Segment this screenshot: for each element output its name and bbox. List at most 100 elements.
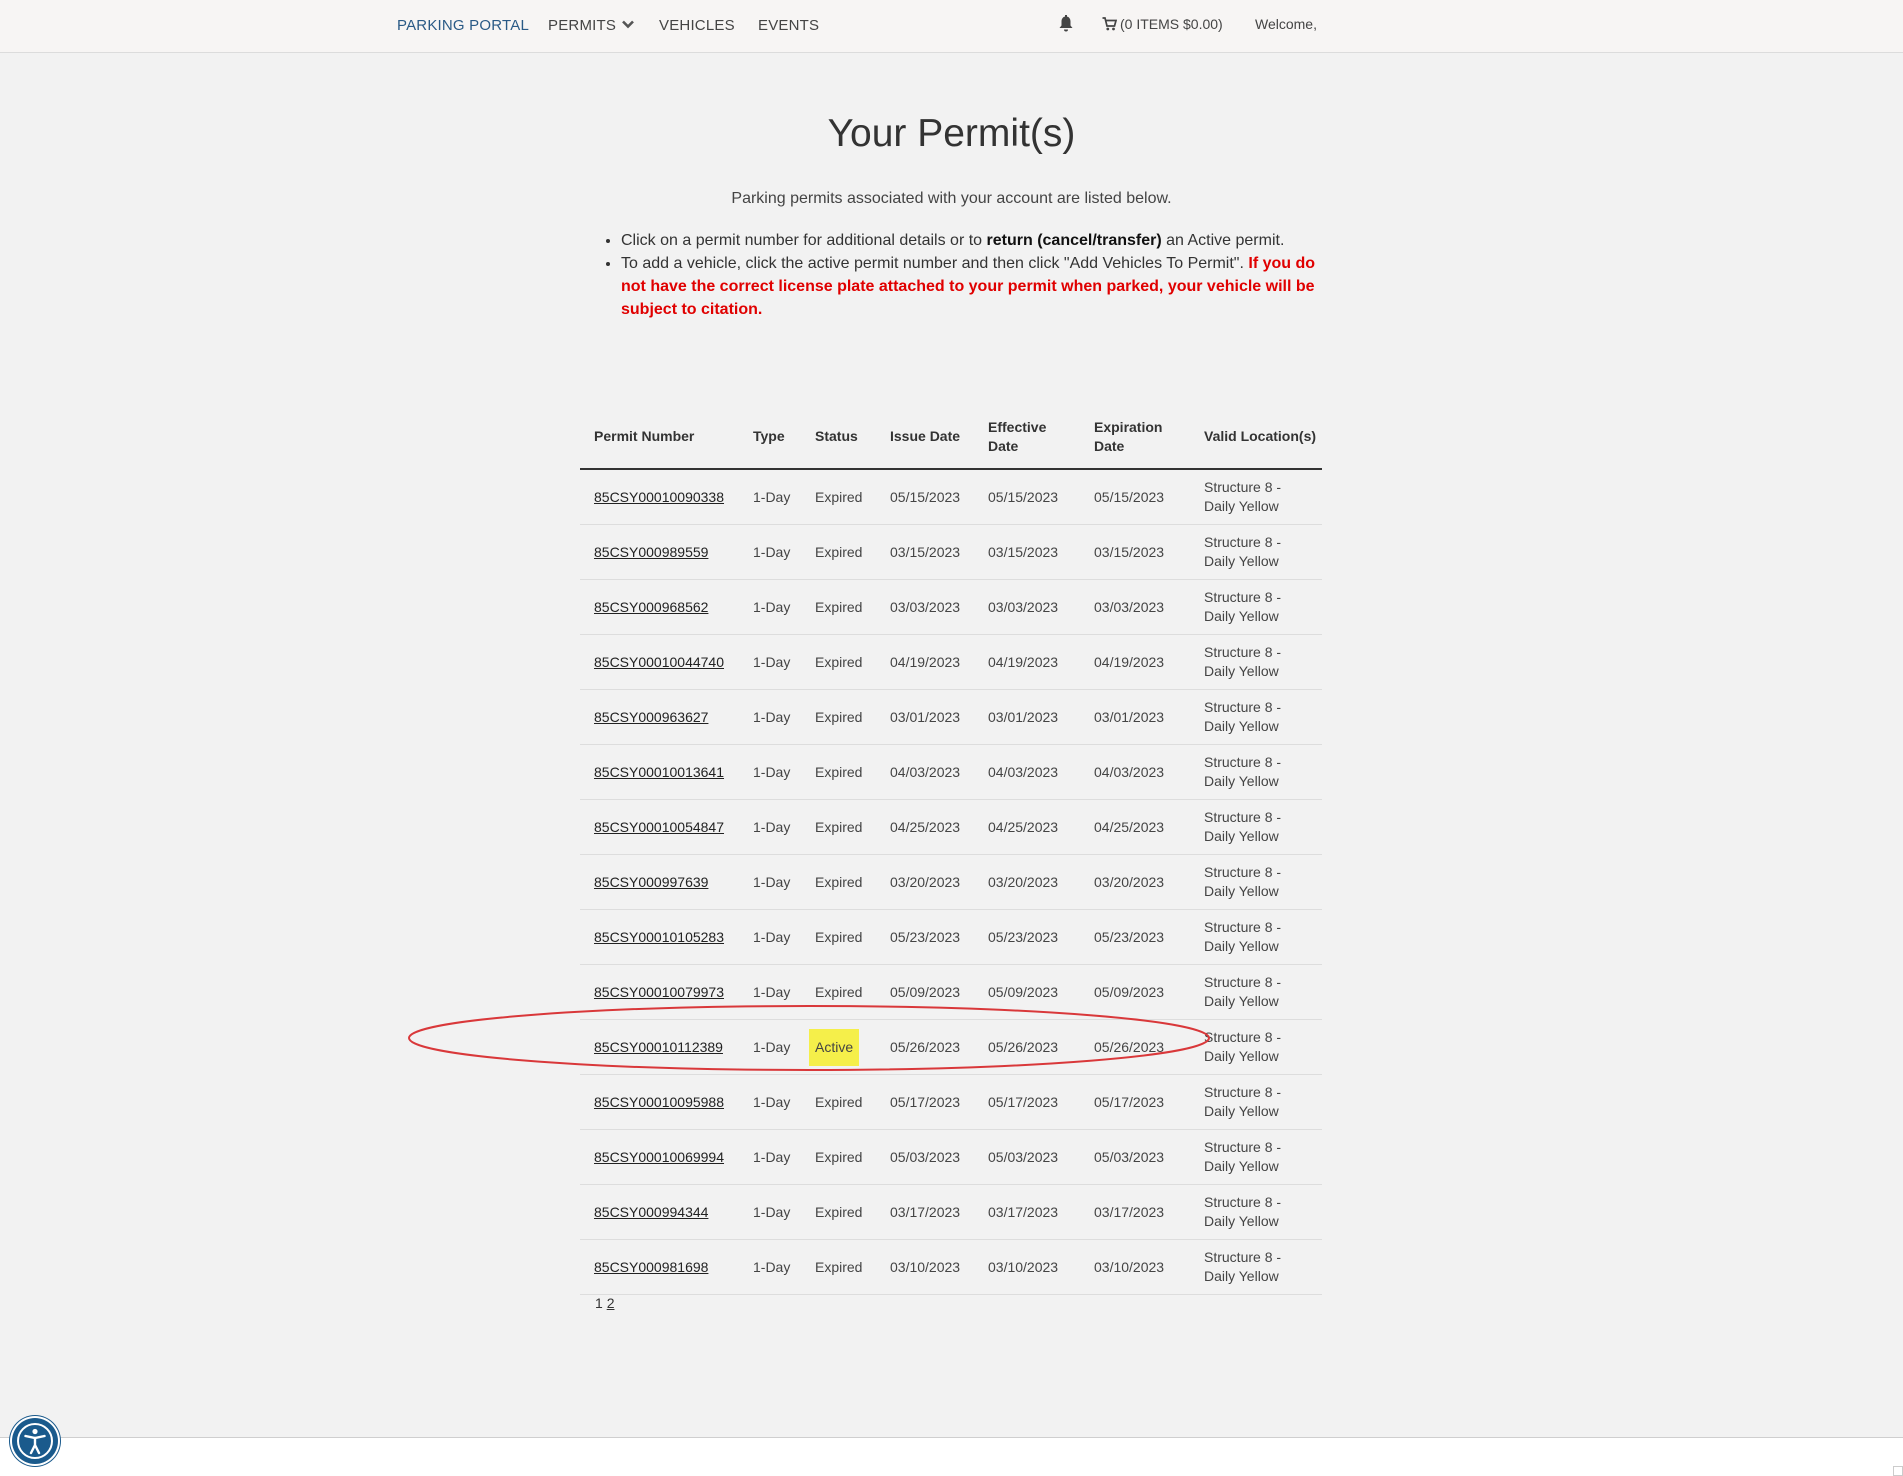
status-text: Expired [815,763,863,780]
issue-date-cell: 03/03/2023 [876,579,974,635]
expiration-date-cell: 05/15/2023 [1080,469,1190,525]
permit-number-link[interactable]: 85CSY00010044740 [594,654,724,670]
permit-number-cell: 85CSY00010090338 [580,469,739,525]
type-cell: 1-Day [739,744,801,800]
column-header-valid-locations[interactable]: Valid Location(s) [1190,405,1322,470]
type-cell: 1-Day [739,689,801,745]
footer [0,1438,1903,1476]
valid-location-cell: Structure 8 - Daily Yellow [1190,689,1322,745]
permit-number-link[interactable]: 85CSY000968562 [594,599,708,615]
status-text: Expired [815,708,863,725]
issue-date-cell: 04/19/2023 [876,634,974,690]
permit-number-link[interactable]: 85CSY00010090338 [594,489,724,505]
permit-number-link[interactable]: 85CSY00010095988 [594,1094,724,1110]
nav-permits-dropdown[interactable]: PERMITS [548,17,634,34]
expiration-date-cell: 03/15/2023 [1080,524,1190,580]
issue-date-cell: 03/17/2023 [876,1184,974,1240]
permit-number-cell: 85CSY00010054847 [580,799,739,855]
status-text: Expired [815,818,863,835]
expiration-date-cell: 03/01/2023 [1080,689,1190,745]
nav-events[interactable]: EVENTS [758,17,819,34]
column-header-effective-date[interactable]: Effective Date [974,405,1080,470]
accessibility-icon [17,1423,53,1459]
type-cell: 1-Day [739,634,801,690]
type-cell: 1-Day [739,1184,801,1240]
valid-location-cell: Structure 8 - Daily Yellow [1190,909,1322,965]
page-current: 1 [595,1295,603,1311]
permit-number-link[interactable]: 85CSY00010105283 [594,929,724,945]
status-text: Expired [815,983,863,1000]
permit-number-cell: 85CSY00010095988 [580,1074,739,1130]
type-cell: 1-Day [739,854,801,910]
table-row: 85CSY000989559 1-Day Expired 03/15/2023 03/1… [580,524,1322,580]
status-cell: Active [801,1019,876,1075]
expiration-date-cell: 03/10/2023 [1080,1239,1190,1295]
type-cell: 1-Day [739,1129,801,1185]
expiration-date-cell: 04/25/2023 [1080,799,1190,855]
permit-number-cell: 85CSY00010069994 [580,1129,739,1185]
cart-link[interactable]: (0 ITEMS $0.00) [1102,16,1223,32]
nav-vehicles[interactable]: VEHICLES [659,17,735,34]
permit-number-link[interactable]: 85CSY000963627 [594,709,708,725]
valid-location-cell: Structure 8 - Daily Yellow [1190,744,1322,800]
issue-date-cell: 03/20/2023 [876,854,974,910]
status-active-badge: Active [809,1028,860,1066]
effective-date-cell: 05/09/2023 [974,964,1080,1020]
table-header-row: Permit Number Type Status Issue Date Eff… [580,405,1322,470]
expiration-date-cell: 04/19/2023 [1080,634,1190,690]
table-row: 85CSY00010105283 1-Day Expired 05/23/2023 05… [580,909,1322,965]
expiration-date-cell: 03/03/2023 [1080,579,1190,635]
status-cell: Expired [801,1129,876,1185]
expiration-date-cell: 03/20/2023 [1080,854,1190,910]
column-header-expiration-date[interactable]: Expiration Date [1080,405,1190,470]
permit-number-link[interactable]: 85CSY00010013641 [594,764,724,780]
valid-location-cell: Structure 8 - Daily Yellow [1190,799,1322,855]
permit-number-link[interactable]: 85CSY000994344 [594,1204,708,1220]
expiration-date-cell: 04/03/2023 [1080,744,1190,800]
permit-number-cell: 85CSY00010013641 [580,744,739,800]
permit-number-link[interactable]: 85CSY000981698 [594,1259,708,1275]
status-cell: Expired [801,1184,876,1240]
expiration-date-cell: 05/03/2023 [1080,1129,1190,1185]
permit-number-link[interactable]: 85CSY00010054847 [594,819,724,835]
issue-date-cell: 05/15/2023 [876,469,974,525]
instruction-text: To add a vehicle, click the active permi… [621,255,1249,272]
table-row: 85CSY00010095988 1-Day Expired 05/17/2023 05… [580,1074,1322,1130]
page-title: Your Permit(s) [827,112,1076,155]
column-header-permit-number[interactable]: Permit Number [580,405,739,470]
permits-table: Permit Number Type Status Issue Date Eff… [580,405,1322,1295]
page-intro: Parking permits associated with your acc… [731,190,1172,207]
issue-date-cell: 05/03/2023 [876,1129,974,1185]
valid-location-cell: Structure 8 - Daily Yellow [1190,634,1322,690]
status-text: Expired [815,1203,863,1220]
permit-number-link[interactable]: 85CSY000989559 [594,544,708,560]
permit-number-link[interactable]: 85CSY000997639 [594,874,708,890]
status-cell: Expired [801,744,876,800]
instruction-emphasis: return (cancel/transfer) [986,232,1162,249]
bell-icon[interactable] [1058,15,1074,33]
nav-parking-portal[interactable]: PARKING PORTAL [397,17,529,34]
column-header-status[interactable]: Status [801,405,876,470]
permit-number-link[interactable]: 85CSY00010112389 [594,1039,723,1055]
table-row: 85CSY00010054847 1-Day Expired 04/25/2023 04… [580,799,1322,855]
status-cell: Expired [801,1239,876,1295]
effective-date-cell: 05/03/2023 [974,1129,1080,1185]
effective-date-cell: 03/17/2023 [974,1184,1080,1240]
column-header-type[interactable]: Type [739,405,801,470]
status-cell: Expired [801,854,876,910]
issue-date-cell: 04/25/2023 [876,799,974,855]
status-text: Expired [815,1148,863,1165]
status-cell: Expired [801,964,876,1020]
permit-number-link[interactable]: 85CSY00010079973 [594,984,724,1000]
page-link-2[interactable]: 2 [607,1295,615,1311]
valid-location-cell: Structure 8 - Daily Yellow [1190,1019,1322,1075]
type-cell: 1-Day [739,1074,801,1130]
table-row: 85CSY00010112389 1-Day Active 05/26/2023 05/… [580,1019,1322,1075]
permit-number-link[interactable]: 85CSY00010069994 [594,1149,724,1165]
column-header-issue-date[interactable]: Issue Date [876,405,974,470]
expiration-date-cell: 05/26/2023 [1080,1019,1190,1075]
cart-summary: (0 ITEMS $0.00) [1120,16,1223,32]
status-text: Expired [815,873,863,890]
instruction-text: Click on a permit number for additional … [621,232,987,249]
accessibility-button[interactable] [12,1418,58,1464]
